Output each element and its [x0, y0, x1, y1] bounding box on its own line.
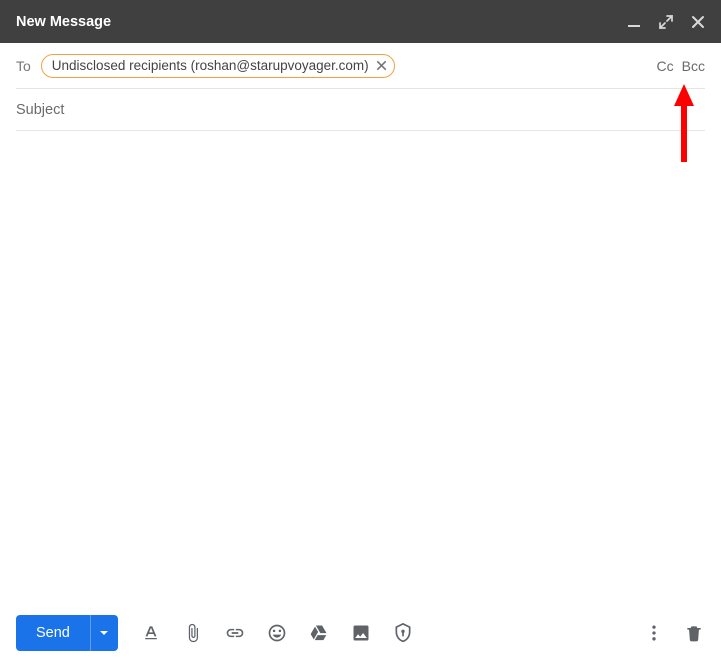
remove-recipient-icon[interactable] [375, 59, 388, 72]
toolbar-right [643, 622, 705, 644]
compose-toolbar: Send [0, 603, 721, 667]
insert-link-icon[interactable] [224, 622, 246, 644]
more-options-icon[interactable] [643, 622, 665, 644]
close-icon[interactable] [689, 13, 707, 31]
to-row[interactable]: To Undisclosed recipients (roshan@starup… [16, 43, 705, 89]
send-button[interactable]: Send [16, 615, 118, 651]
subject-row [16, 89, 705, 131]
discard-draft-icon[interactable] [683, 622, 705, 644]
send-options-toggle[interactable] [90, 615, 118, 651]
cc-bcc-toggles: Cc Bcc [657, 58, 705, 74]
recipient-chip-text: Undisclosed recipients (roshan@starupvoy… [52, 58, 369, 73]
compose-window: New Message To Undisclosed recipients [0, 0, 721, 667]
window-controls [625, 13, 707, 31]
insert-emoji-icon[interactable] [266, 622, 288, 644]
attach-file-icon[interactable] [182, 622, 204, 644]
title-bar: New Message [0, 0, 721, 43]
cc-toggle[interactable]: Cc [657, 58, 674, 74]
subject-input[interactable] [16, 92, 705, 128]
toolbar-icons [140, 622, 414, 644]
send-button-label: Send [16, 615, 90, 651]
body-area [0, 131, 721, 603]
window-title: New Message [16, 14, 625, 30]
recipient-chip[interactable]: Undisclosed recipients (roshan@starupvoy… [41, 54, 395, 78]
expand-icon[interactable] [657, 13, 675, 31]
insert-photo-icon[interactable] [350, 622, 372, 644]
body-input[interactable] [16, 141, 705, 593]
header-fields: To Undisclosed recipients (roshan@starup… [0, 43, 721, 131]
confidential-mode-icon[interactable] [392, 622, 414, 644]
minimize-icon[interactable] [625, 13, 643, 31]
bcc-toggle[interactable]: Bcc [682, 58, 705, 74]
insert-drive-icon[interactable] [308, 622, 330, 644]
format-text-icon[interactable] [140, 622, 162, 644]
to-label: To [16, 58, 31, 74]
